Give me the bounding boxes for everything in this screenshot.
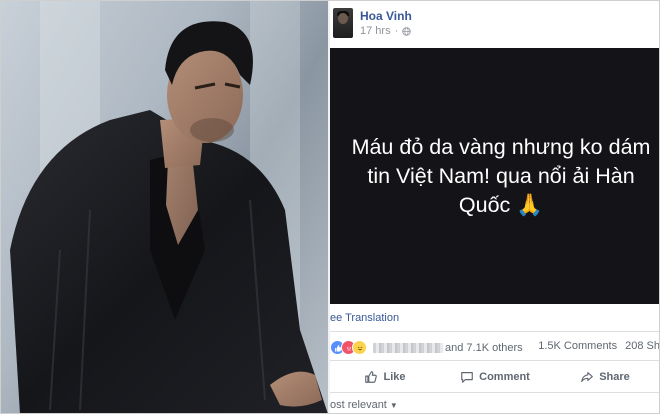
like-label: Like [383, 371, 406, 383]
globe-icon [402, 26, 411, 36]
post-text: Máu đỏ da vàng nhưng ko dám tin Việt Nam… [351, 134, 651, 217]
engagement-counts: 1.5K Comments 208 Sh [538, 340, 660, 352]
blurred-names [373, 342, 443, 353]
person-illustration [10, 0, 328, 414]
haha-reaction-icon [352, 340, 367, 355]
divider [330, 360, 660, 361]
shares-count[interactable]: 208 Sh [625, 340, 660, 352]
post-background: Máu đỏ da vàng nhưng ko dám tin Việt Nam… [330, 48, 660, 304]
see-translation-link[interactable]: ee Translation [330, 312, 399, 324]
comment-label: Comment [479, 371, 530, 383]
share-icon [581, 372, 594, 382]
avatar[interactable] [333, 8, 353, 38]
post-meta: 17 hrs · [360, 25, 411, 37]
divider [330, 331, 660, 332]
facebook-post: Hoa Vinh 17 hrs · Máu đỏ da vàng nhưng k… [330, 0, 660, 414]
share-button[interactable]: Share [550, 364, 660, 390]
thumbs-up-icon [365, 371, 378, 383]
comment-sort-dropdown[interactable]: ost relevant ▼ [330, 399, 398, 411]
divider [330, 392, 660, 393]
reaction-count: and 7.1K others [445, 341, 523, 354]
caret-down-icon: ▼ [389, 400, 398, 410]
comment-icon [461, 372, 473, 383]
profile-photo [0, 0, 328, 414]
comment-button[interactable]: Comment [440, 364, 550, 390]
author-name[interactable]: Hoa Vinh [360, 9, 412, 23]
post-time[interactable]: 17 hrs [360, 25, 391, 37]
reactions-summary[interactable]: and 7.1K others [330, 340, 523, 355]
sort-label: ost relevant [330, 399, 387, 411]
like-button[interactable]: Like [330, 364, 440, 390]
action-bar: Like Comment Share [330, 364, 660, 390]
share-label: Share [599, 371, 630, 383]
comments-count[interactable]: 1.5K Comments [538, 340, 617, 352]
